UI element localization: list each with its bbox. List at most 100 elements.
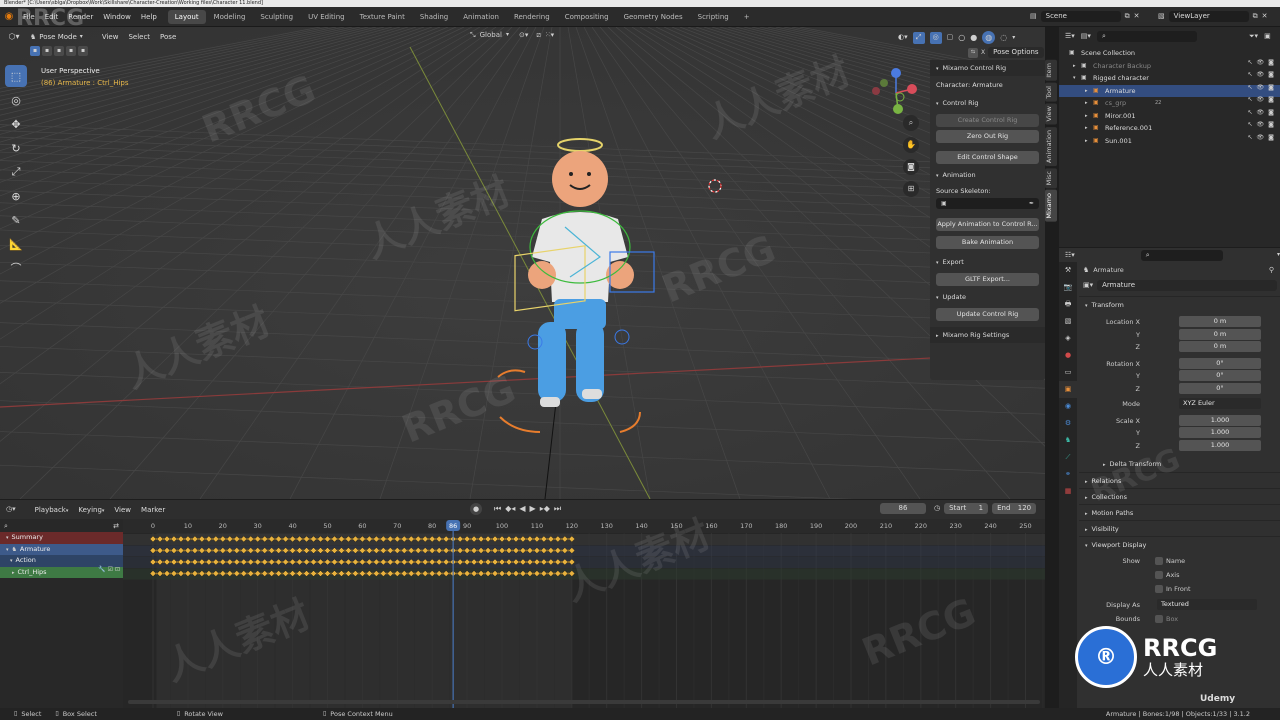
eye-icon[interactable]: 👁: [1257, 72, 1265, 78]
eye-icon[interactable]: 👁: [1257, 109, 1265, 116]
outliner-row[interactable]: ▸ ▣ Armature ↖ 👁 ◙: [1059, 84, 1280, 98]
select-arrow-icon[interactable]: ↖: [1248, 122, 1253, 128]
close-icon[interactable]: ✕: [1262, 13, 1268, 20]
menu-view[interactable]: View: [109, 500, 136, 520]
menu-keying[interactable]: Keying▾: [73, 500, 109, 520]
copy-icon[interactable]: ⧉: [1125, 13, 1130, 20]
lock-icon[interactable]: ⊡: [115, 566, 120, 573]
camera-render-icon[interactable]: ◙: [1268, 84, 1274, 91]
camera-render-icon[interactable]: ◙: [1268, 109, 1274, 116]
scale-y-field[interactable]: 1.000: [1179, 427, 1261, 438]
channel-ctrl-hips[interactable]: ▸ Ctrl_Hips 🔧 ☑ ⊡: [0, 566, 123, 578]
world-tab-icon[interactable]: ●: [1059, 347, 1077, 364]
expand-arrow-icon[interactable]: ▾: [1073, 72, 1076, 85]
expand-arrow-icon[interactable]: ▸: [1085, 110, 1088, 123]
camera-render-icon[interactable]: ◙: [1268, 59, 1274, 66]
scene-tab-icon[interactable]: ◈: [1059, 330, 1077, 347]
view-layer-field[interactable]: ViewLayer: [1168, 11, 1249, 22]
mode-selector[interactable]: ♞ Pose Mode ▾: [30, 33, 83, 41]
object-data-icon[interactable]: ▣▾: [1083, 281, 1093, 289]
scale-z-field[interactable]: 1.000: [1179, 439, 1261, 451]
section-collections[interactable]: ▸ Collections: [1079, 488, 1280, 504]
tab-sculpting[interactable]: Sculpting: [253, 10, 300, 24]
xray-icon[interactable]: ▢: [947, 34, 954, 41]
apply-animation-button[interactable]: Apply Animation to Control R...: [936, 218, 1039, 231]
wireframe-shading-icon[interactable]: ○: [958, 33, 965, 42]
outliner-row[interactable]: ▾ ▣ Rigged character ↖ 👁 ◙: [1059, 72, 1280, 85]
scene-field[interactable]: Scene: [1040, 11, 1121, 22]
select-new-icon[interactable]: ▪: [30, 46, 40, 56]
sidebar-tab-item[interactable]: Item: [1045, 60, 1057, 81]
add-workspace-button[interactable]: +: [737, 10, 757, 24]
camera-render-icon[interactable]: ◙: [1268, 97, 1274, 103]
panel-subheader-control-rig[interactable]: ▾ Control Rig: [930, 96, 1045, 110]
rotation-mode-dropdown[interactable]: XYZ Euler: [1179, 398, 1261, 409]
camera-render-icon[interactable]: ◙: [1268, 72, 1274, 78]
rotation-y-field[interactable]: 0°: [1179, 370, 1261, 381]
next-keyframe-icon[interactable]: ▸◆: [540, 505, 550, 513]
zoom-icon[interactable]: ⌕: [903, 115, 919, 131]
eye-icon[interactable]: 👁: [1257, 134, 1265, 141]
select-arrow-icon[interactable]: ↖: [1248, 59, 1253, 66]
material-shading-icon[interactable]: ◍: [982, 31, 996, 44]
x-mirror-label-icon[interactable]: X: [981, 49, 985, 56]
record-icon[interactable]: ●: [470, 503, 482, 515]
grid-view-icon[interactable]: ⊞: [903, 181, 919, 197]
checkbox-axis[interactable]: [1155, 571, 1163, 579]
section-relations[interactable]: ▸ Relations: [1079, 472, 1280, 488]
select-invert-icon[interactable]: ▪: [66, 46, 76, 56]
3d-cursor-icon[interactable]: [707, 178, 723, 194]
panel-subheader-export[interactable]: ▾ Export: [930, 255, 1045, 269]
bake-animation-button[interactable]: Bake Animation: [936, 236, 1039, 249]
scale-x-field[interactable]: 1.000: [1179, 414, 1261, 426]
select-arrow-icon[interactable]: ↖: [1248, 97, 1253, 103]
menu-playback[interactable]: Playback▾: [30, 500, 74, 520]
editor-type-icon[interactable]: ◷▾: [6, 506, 16, 513]
outliner-row[interactable]: ▸ ▣ Sun.001 ↖ 👁 ◙: [1059, 134, 1280, 148]
checkbox-bounds[interactable]: [1155, 615, 1163, 623]
menu-select[interactable]: Select: [123, 27, 155, 47]
update-control-rig-button[interactable]: Update Control Rig: [936, 308, 1039, 321]
play-reverse-icon[interactable]: ◀: [519, 505, 525, 513]
pin-icon[interactable]: ⚲: [1269, 266, 1274, 274]
play-icon[interactable]: ▶: [530, 505, 536, 513]
edit-control-shape-button[interactable]: Edit Control Shape: [936, 151, 1039, 164]
render-tab-icon[interactable]: 📷: [1059, 279, 1077, 296]
section-transform[interactable]: ▾ Transform: [1079, 296, 1280, 312]
overlay-icon[interactable]: ◎: [929, 31, 942, 44]
transform-tool-icon[interactable]: ⊕: [5, 185, 27, 207]
pan-hand-icon[interactable]: ✋: [903, 137, 919, 153]
scale-tool-icon[interactable]: ⤢: [5, 161, 27, 183]
current-frame-field[interactable]: 86: [880, 503, 926, 514]
select-arrow-icon[interactable]: ↖: [1248, 134, 1253, 141]
tab-texture-paint[interactable]: Texture Paint: [353, 10, 412, 24]
bone-constraint-tab-icon[interactable]: ⚭: [1059, 466, 1077, 483]
eye-icon[interactable]: 👁: [1257, 84, 1265, 91]
chevron-down-icon[interactable]: ▾: [1012, 34, 1015, 41]
select-subtract-icon[interactable]: ▪: [54, 46, 64, 56]
expand-arrow-icon[interactable]: ▸: [1085, 85, 1088, 98]
start-frame-field[interactable]: Start 1: [944, 503, 989, 514]
jump-end-icon[interactable]: ⏭: [554, 505, 561, 513]
filter-icon[interactable]: ⏷▾: [1249, 32, 1258, 40]
menu-view[interactable]: View: [97, 27, 124, 47]
channel-armature[interactable]: ▾ ♞ Armature: [0, 543, 123, 555]
eye-icon[interactable]: 👁: [1257, 97, 1265, 103]
outliner-search-input[interactable]: ⌕: [1096, 30, 1197, 42]
panel-subheader-animation[interactable]: ▾ Animation: [930, 168, 1045, 182]
editor-type-icon[interactable]: ☷▾: [1065, 251, 1075, 259]
checkbox-icon[interactable]: ☑: [108, 566, 113, 573]
view-layer-tab-icon[interactable]: ▧: [1059, 313, 1077, 330]
section-delta-transform[interactable]: ▸ Delta Transform: [1079, 456, 1280, 472]
measure-tool-icon[interactable]: 📐: [5, 233, 27, 255]
camera-icon[interactable]: ◙: [903, 159, 919, 175]
channel-summary[interactable]: ▾ Summary: [0, 532, 123, 544]
panel-header-mixamo-rig-settings[interactable]: ▸ Mixamo Rig Settings: [930, 327, 1045, 343]
outliner-row[interactable]: ▸ ▣ Reference.001 ↖ 👁 ◙: [1059, 122, 1280, 135]
output-tab-icon[interactable]: 🖶: [1059, 296, 1077, 313]
rotation-z-field[interactable]: 0°: [1179, 382, 1261, 394]
move-tool-icon[interactable]: ✥: [5, 113, 27, 135]
snap-icon[interactable]: ⧄: [536, 31, 540, 39]
tab-animation[interactable]: Animation: [456, 10, 506, 24]
datablock-field[interactable]: Armature: [1097, 279, 1278, 291]
